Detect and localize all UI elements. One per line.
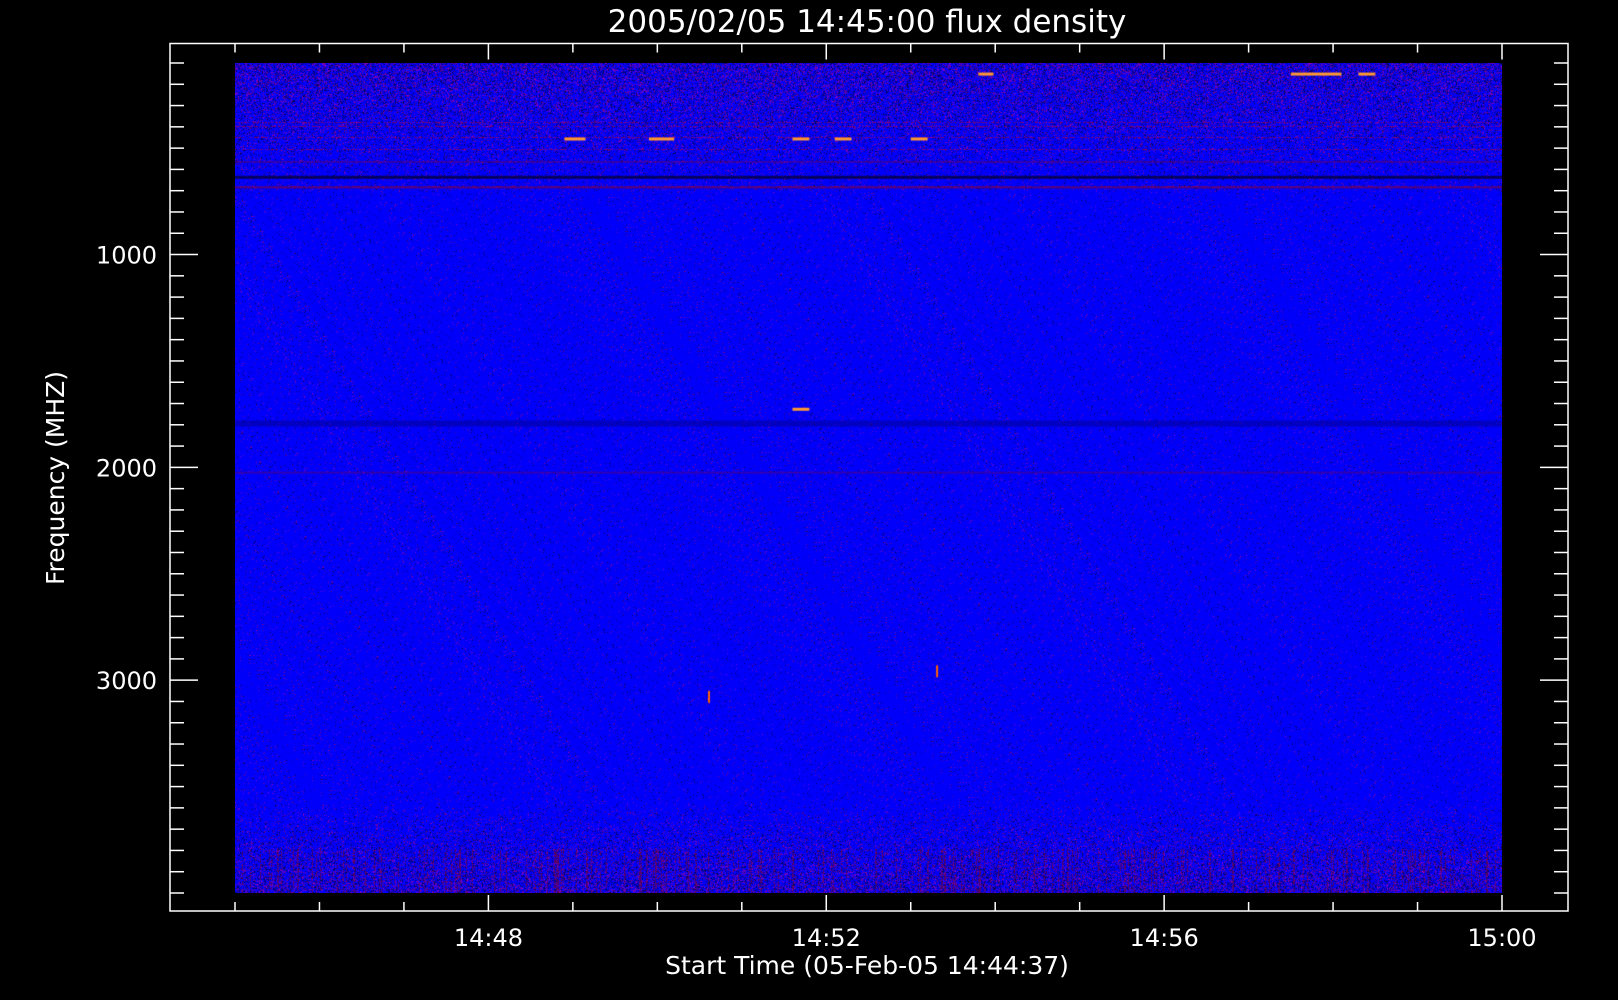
y-tick-label: 1000 xyxy=(96,242,157,270)
axis-ticks xyxy=(170,43,1568,911)
x-tick-label: 15:00 xyxy=(1467,924,1536,952)
y-tick-label: 2000 xyxy=(96,454,157,482)
y-tick-labels: 1000 2000 3000 xyxy=(96,242,157,696)
y-tick-label: 3000 xyxy=(96,667,157,695)
x-tick-label: 14:52 xyxy=(792,924,861,952)
plot-border xyxy=(169,42,1569,912)
chart-frame: 2005/02/05 14:45:00 flux density 14:48 1… xyxy=(41,4,1569,980)
x-tick-labels: 14:48 14:52 14:56 15:00 xyxy=(454,924,1537,952)
y-axis-label: Frequency (MHZ) xyxy=(41,371,70,585)
x-tick-label: 14:56 xyxy=(1130,924,1199,952)
x-tick-label: 14:48 xyxy=(454,924,523,952)
chart-title: 2005/02/05 14:45:00 flux density xyxy=(608,4,1127,40)
x-axis-label: Start Time (05-Feb-05 14:44:37) xyxy=(665,951,1069,980)
